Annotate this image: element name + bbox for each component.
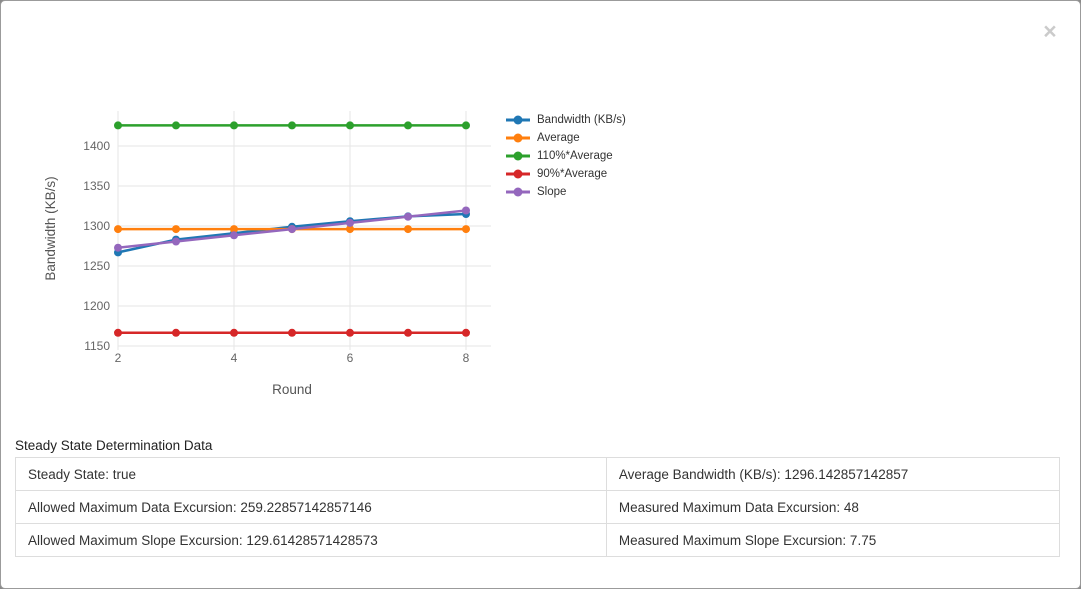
data-point (346, 329, 354, 337)
data-point (114, 244, 122, 252)
data-point (288, 225, 296, 233)
data-point (114, 225, 122, 233)
data-point (172, 237, 180, 245)
legend-label: Bandwidth (KB/s) (537, 114, 626, 126)
chart-svg: 2 4 6 8 1150 1200 1250 1300 1350 1400 Round Bandwid… (41, 89, 501, 404)
legend-line-icon (506, 151, 530, 161)
close-icon[interactable]: × (1038, 19, 1062, 43)
legend-line-icon (506, 133, 530, 143)
data-point (230, 329, 238, 337)
measured-data-excursion-cell: Measured Maximum Data Excursion: 48 (606, 491, 1059, 524)
data-point (172, 329, 180, 337)
section-title: Steady State Determination Data (15, 438, 212, 453)
y-tick-label: 1250 (83, 259, 110, 273)
steady-state-cell: Steady State: true (16, 458, 607, 491)
legend-label: 90%*Average (537, 168, 607, 180)
legend-label: 110%*Average (537, 150, 613, 162)
steady-state-table: Steady State: true Average Bandwidth (KB… (15, 457, 1060, 557)
data-point (462, 225, 470, 233)
table-row: Allowed Maximum Data Excursion: 259.2285… (16, 491, 1060, 524)
data-point (230, 121, 238, 129)
legend-label: Average (537, 132, 580, 144)
x-tick-label: 2 (115, 351, 122, 365)
data-point (114, 121, 122, 129)
x-tick-label: 4 (231, 351, 238, 365)
legend-item-4[interactable]: Slope (506, 183, 626, 201)
x-axis-title: Round (272, 382, 312, 397)
data-point (404, 329, 412, 337)
data-point (114, 329, 122, 337)
data-point (462, 121, 470, 129)
data-point (172, 121, 180, 129)
average-bandwidth-cell: Average Bandwidth (KB/s): 1296.142857142… (606, 458, 1059, 491)
chart-legend: Bandwidth (KB/s) Average 110%*Average 90%*A… (506, 111, 626, 201)
y-tick-label: 1150 (84, 339, 110, 353)
data-point (172, 225, 180, 233)
legend-line-icon (506, 115, 530, 125)
y-tick-label: 1300 (83, 219, 110, 233)
x-tick-label: 6 (347, 351, 354, 365)
legend-label: Slope (537, 186, 566, 198)
x-tick-label: 8 (463, 351, 470, 365)
legend-item-3[interactable]: 90%*Average (506, 165, 626, 183)
data-point (288, 121, 296, 129)
data-point (462, 206, 470, 214)
table-row: Allowed Maximum Slope Excursion: 129.614… (16, 524, 1060, 557)
data-point (404, 225, 412, 233)
data-point (288, 329, 296, 337)
y-tick-label: 1350 (83, 179, 110, 193)
bandwidth-chart: 2 4 6 8 1150 1200 1250 1300 1350 1400 Round Bandwid… (41, 89, 661, 419)
table-row: Steady State: true Average Bandwidth (KB… (16, 458, 1060, 491)
data-point (346, 219, 354, 227)
measured-slope-excursion-cell: Measured Maximum Slope Excursion: 7.75 (606, 524, 1059, 557)
y-axis-title: Bandwidth (KB/s) (43, 176, 58, 280)
data-point (462, 329, 470, 337)
modal-dialog: × 2 4 6 8 1150 1200 1250 1300 1350 1400 Round Bandw… (0, 0, 1081, 589)
legend-line-icon (506, 187, 530, 197)
legend-item-2[interactable]: 110%*Average (506, 147, 626, 165)
allowed-data-excursion-cell: Allowed Maximum Data Excursion: 259.2285… (16, 491, 607, 524)
series-line (118, 214, 466, 252)
legend-item-1[interactable]: Average (506, 129, 626, 147)
data-point (346, 121, 354, 129)
data-point (404, 213, 412, 221)
y-tick-label: 1200 (83, 299, 110, 313)
y-tick-label: 1400 (83, 139, 110, 153)
data-point (404, 121, 412, 129)
data-point (230, 231, 238, 239)
legend-item-0[interactable]: Bandwidth (KB/s) (506, 111, 626, 129)
legend-line-icon (506, 169, 530, 179)
allowed-slope-excursion-cell: Allowed Maximum Slope Excursion: 129.614… (16, 524, 607, 557)
